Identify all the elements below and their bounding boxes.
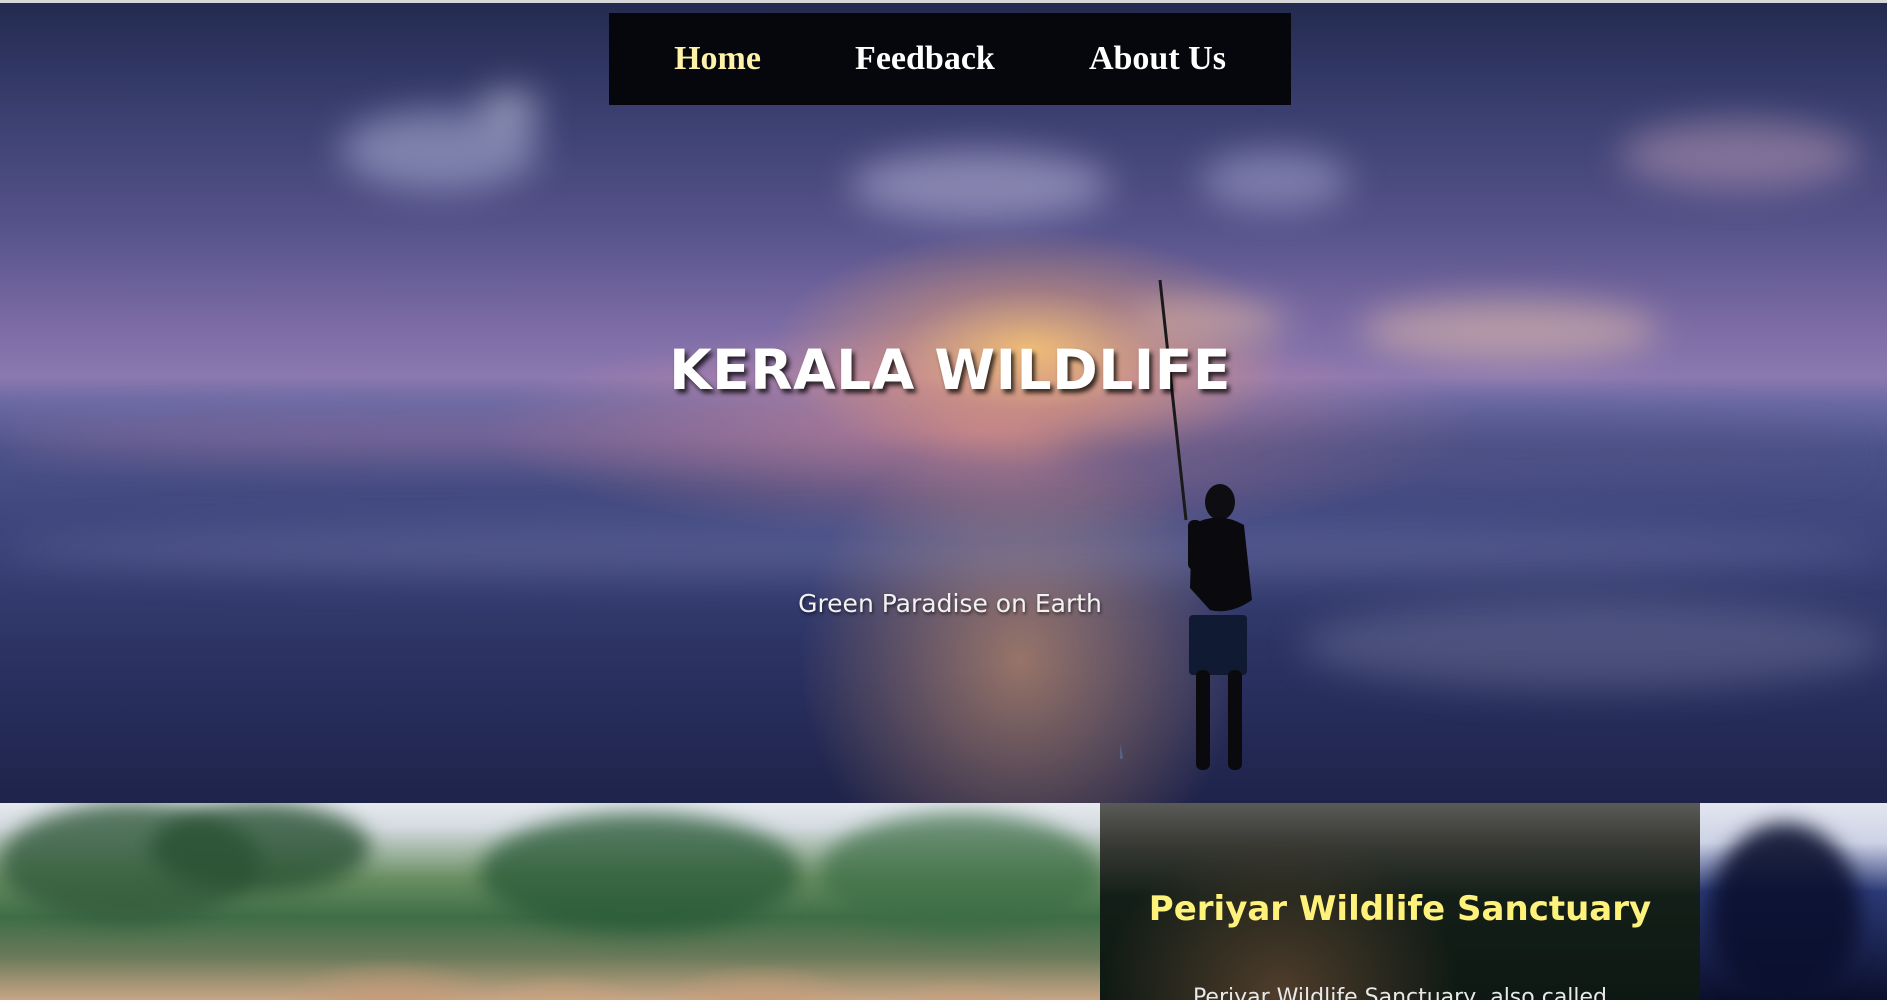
side-photo [1700,803,1887,1000]
sanctuary-description: Periyar Wildlife Sanctuary, also called [1192,985,1608,1000]
sanctuary-title: Periyar Wildlife Sanctuary [1148,889,1652,929]
hero-title: KERALA WILDLIFE [669,338,1231,402]
nav-feedback-link[interactable]: Feedback [847,34,1003,84]
sanctuary-card[interactable]: Periyar Wildlife Sanctuary Periyar Wildl… [1100,803,1700,1000]
top-navigation: Home Feedback About Us [609,13,1291,105]
featured-section: Periyar Wildlife Sanctuary Periyar Wildl… [0,803,1887,1000]
nav-about-us-link[interactable]: About Us [1081,34,1234,84]
hero-subtitle: Green Paradise on Earth [798,589,1102,618]
hero-banner: Home Feedback About Us KERALA WILDLIFE G… [0,0,1887,803]
nav-home-link[interactable]: Home [666,34,769,84]
elephant-photo [0,803,1100,1000]
